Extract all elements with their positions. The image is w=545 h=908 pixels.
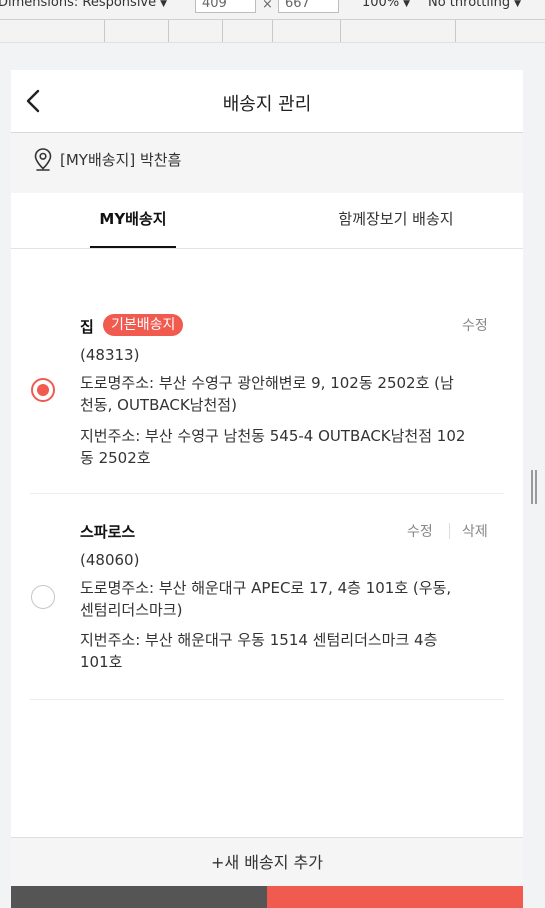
location-pin-icon	[34, 148, 52, 171]
jibun-address-line: 동 2502호	[80, 449, 151, 467]
page-header: 배송지 관리	[11, 70, 523, 133]
road-address: 도로명주소: 부산 수영구 광안해변로 9, 102동 2502호 (남 천동,…	[80, 372, 510, 416]
address-name: 집	[80, 318, 94, 336]
grip-line	[535, 470, 537, 504]
jibun-address: 지번주소: 부산 수영구 남천동 545-4 OUTBACK남천점 102 동 …	[80, 425, 510, 469]
ruler-tick	[168, 20, 169, 42]
road-address-line: 도로명주소: 부산 해운대구 APEC로 17, 4층 101호 (우동,	[80, 579, 452, 597]
dimensions-label: Dimensions: Responsive	[0, 0, 157, 10]
road-address: 도로명주소: 부산 해운대구 APEC로 17, 4층 101호 (우동, 센텀…	[80, 577, 510, 621]
times-icon: ×	[262, 0, 273, 12]
zoom-select[interactable]: 100% ▼	[362, 0, 410, 10]
delete-button[interactable]: 삭제	[462, 521, 488, 541]
zoom-label: 100%	[362, 0, 400, 10]
device-viewport: 배송지 관리 [MY배송지] 박찬흠 MY배송지 함께장보기 배송지 집 기본배…	[11, 70, 523, 908]
edit-button[interactable]: 수정	[407, 521, 433, 541]
jibun-address-line: 지번주소: 부산 해운대구 우동 1514 센텀리더스마크 4층	[80, 631, 438, 649]
jibun-address: 지번주소: 부산 해운대구 우동 1514 센텀리더스마크 4층 101호	[80, 629, 510, 673]
tab-bar: MY배송지 함께장보기 배송지	[11, 193, 523, 249]
link-separator	[449, 523, 450, 539]
jibun-address-line: 지번주소: 부산 수영구 남천동 545-4 OUTBACK남천점 102	[80, 427, 466, 445]
grip-line	[531, 470, 533, 504]
jibun-address-line: 101호	[80, 653, 123, 671]
ruler-tick	[340, 20, 341, 42]
address-name: 스파로스	[80, 523, 136, 541]
road-address-line: 천동, OUTBACK남천점)	[80, 396, 237, 414]
cancel-button[interactable]	[11, 886, 267, 908]
add-address-button[interactable]: +새 배송지 추가	[11, 837, 523, 887]
ruler-tick	[272, 20, 273, 42]
throttle-label: No throttling	[428, 0, 511, 10]
address-radio-selected[interactable]	[31, 378, 55, 402]
resize-handle[interactable]	[531, 470, 539, 504]
caret-down-icon: ▼	[160, 0, 168, 9]
road-address-line: 센텀리더스마크)	[80, 601, 183, 619]
devtools-ruler	[0, 20, 545, 43]
postcode: (48060)	[80, 551, 140, 569]
caret-down-icon: ▼	[403, 0, 411, 9]
road-address-line: 도로명주소: 부산 수영구 광안해변로 9, 102동 2502호 (남	[80, 374, 454, 392]
tab-my-address[interactable]: MY배송지	[90, 193, 176, 248]
current-address-text: [MY배송지] 박찬흠	[60, 151, 182, 169]
height-input[interactable]: 667	[278, 0, 339, 13]
caret-down-icon: ▼	[514, 0, 521, 9]
dimensions-select[interactable]: Dimensions: Responsive ▼	[0, 0, 167, 10]
devtools-toolbar: Dimensions: Responsive ▼ 409 × 667 100% ▼ …	[0, 0, 545, 20]
tab-group-shopping-address[interactable]: 함께장보기 배송지	[311, 193, 481, 248]
ruler-tick	[104, 20, 105, 42]
divider	[30, 699, 504, 700]
page-title: 배송지 관리	[222, 94, 312, 115]
divider	[30, 493, 504, 494]
width-input[interactable]: 409	[195, 0, 256, 13]
postcode: (48313)	[80, 346, 140, 364]
default-badge: 기본배송지	[103, 314, 184, 336]
throttle-select[interactable]: No throttling ▼	[428, 0, 521, 10]
current-address-bar: [MY배송지] 박찬흠	[11, 133, 523, 193]
confirm-button[interactable]	[267, 886, 523, 908]
ruler-tick	[222, 20, 223, 42]
ruler-tick	[455, 20, 456, 42]
address-radio[interactable]	[31, 585, 55, 609]
edit-button[interactable]: 수정	[462, 315, 488, 335]
